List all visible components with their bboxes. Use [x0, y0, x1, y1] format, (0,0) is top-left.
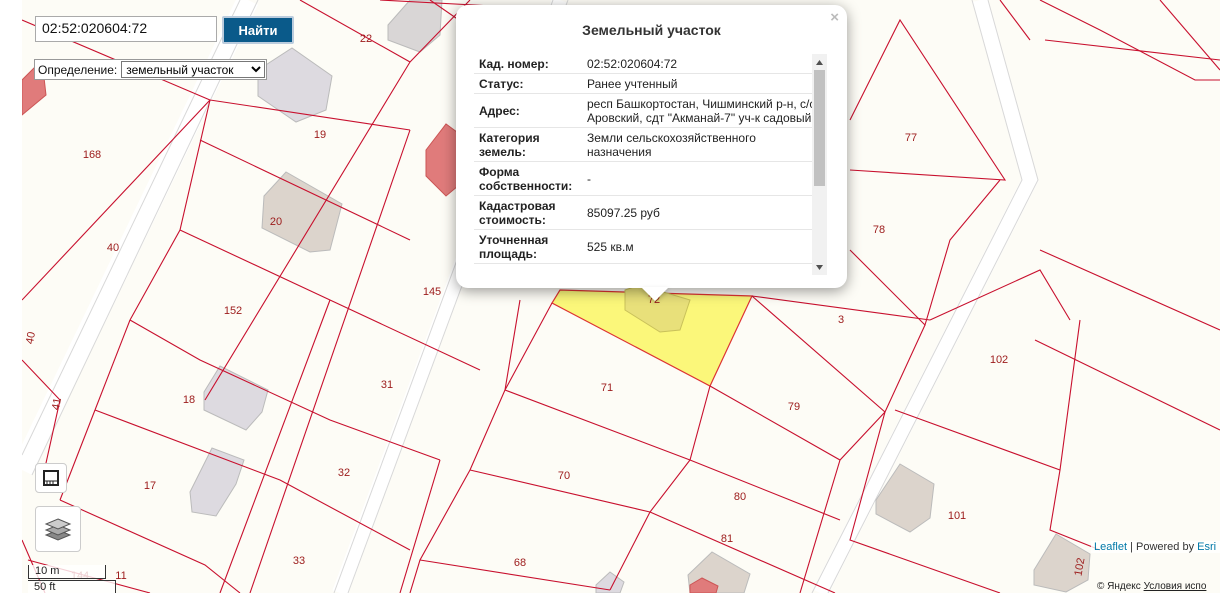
parcel-label: 79 [787, 401, 801, 413]
attribution-tail: | [1216, 541, 1220, 553]
attribute-key: Кадастровая стоимость: [479, 199, 556, 227]
parcel-label: 71 [600, 382, 614, 394]
attribute-row: Уточненная площадь: 525 кв.м [474, 230, 826, 264]
attribute-row: Статус: Ранее учтенный [474, 74, 826, 94]
parcel-label: 77 [904, 132, 918, 144]
popup-attributes-table: Кад. номер: 02:52:020604:72 Статус: Ранее у… [474, 54, 826, 275]
yandex-terms-link[interactable]: Условия испо [1144, 581, 1207, 592]
parcel-label: 70 [557, 470, 571, 482]
layers-button[interactable] [35, 506, 81, 552]
parcel-popup: Земельный участок × Кад. номер: 02:52:020… [456, 5, 847, 288]
cadastral-number-input[interactable]: 02:52:020604:72 [35, 16, 217, 42]
yandex-attribution: © Яндекс Условия испо [1097, 581, 1206, 592]
definition-select[interactable]: земельный участок [121, 61, 266, 78]
parcel-label: 19 [313, 129, 327, 141]
popup-tip [641, 287, 669, 301]
yandex-copyright: © Яндекс [1097, 581, 1141, 592]
parcel-label: 33 [292, 555, 306, 567]
parcel-label: 152 [223, 305, 243, 317]
attribution: Leaflet | Powered by Esri | [1091, 541, 1220, 553]
popup-title: Земельный участок [582, 22, 721, 38]
attribute-key: Категория земель: [479, 131, 540, 159]
parcel-label: 31 [380, 379, 394, 391]
leaflet-link[interactable]: Leaflet [1094, 541, 1127, 553]
parcel-label: 18 [182, 394, 196, 406]
parcel-label: 145 [422, 286, 442, 298]
attribute-key: Кад. номер: [479, 57, 549, 71]
ruler-icon [43, 470, 59, 486]
definition-control: Определение: земельный участок [34, 59, 267, 80]
scroll-up-icon[interactable] [812, 57, 827, 67]
parcel-label: 40 [106, 242, 120, 254]
parcel-label: 81 [720, 533, 734, 545]
attribute-value: Ранее учтенный [587, 77, 678, 91]
scroll-thumb[interactable] [814, 70, 825, 186]
parcel-label: 32 [337, 467, 351, 479]
attribute-key: Уточненная площадь: [479, 233, 549, 261]
parcel-label: 40 [24, 330, 38, 346]
parcel-label: 168 [82, 149, 102, 161]
parcel-label: 78 [872, 224, 886, 236]
attribute-key: Статус: [479, 77, 524, 91]
find-button[interactable]: Найти [222, 16, 294, 44]
parcel-label: 102 [989, 354, 1009, 366]
attribute-value: 85097.25 руб [587, 206, 660, 220]
attribute-value: Земли сельскохозяйственного назначения [587, 131, 756, 159]
close-icon[interactable]: × [830, 9, 839, 26]
attribute-row: Адрес: респ Башкортостан, Чишминский р-н,… [474, 94, 826, 128]
popup-scrollbar[interactable] [812, 54, 827, 275]
parcel-label: 80 [733, 491, 747, 503]
parcel-label: 41 [50, 396, 64, 412]
attribute-value: - [587, 172, 591, 186]
esri-link[interactable]: Esri [1197, 541, 1216, 553]
scale-metric: 10 m [28, 565, 106, 579]
parcel-label: 20 [269, 216, 283, 228]
parcel-label: 3 [837, 314, 845, 326]
attribute-value: 525 кв.м [587, 240, 634, 254]
attribute-row: Форма собственности: - [474, 162, 826, 196]
attribute-value: 02:52:020604:72 [587, 57, 678, 71]
layers-icon [44, 518, 72, 541]
attribution-sep: | Powered by [1127, 541, 1198, 553]
parcel-label: 17 [143, 480, 157, 492]
parcel-label: 68 [513, 557, 527, 569]
parcel-label: 11 [115, 570, 127, 582]
attribute-value: респ Башкортостан, Чишминский р-н, с/с А… [587, 97, 816, 125]
parcel-label: 22 [359, 33, 373, 45]
measure-button[interactable] [35, 463, 67, 493]
definition-label: Определение: [38, 62, 118, 77]
attribute-row: Кад. номер: 02:52:020604:72 [474, 54, 826, 74]
parcel-label: 101 [947, 510, 967, 522]
scroll-down-icon[interactable] [812, 263, 827, 273]
attribute-key: Адрес: [479, 104, 520, 118]
scale-imperial: 50 ft [28, 580, 116, 593]
attribute-row: Кадастровая стоимость: 85097.25 руб [474, 196, 826, 230]
attribute-key: Форма собственности: [479, 165, 573, 193]
attribute-row: Категория земель: Земли сельскохозяйствен… [474, 128, 826, 162]
